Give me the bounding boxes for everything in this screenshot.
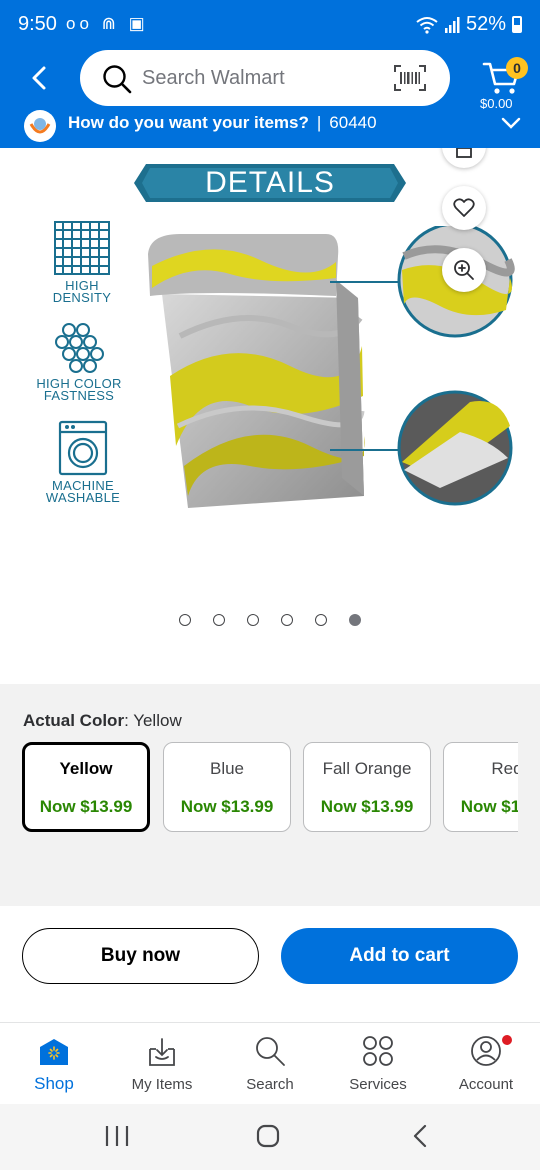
cart-button[interactable]: 0 $0.00 <box>472 56 534 114</box>
delivery-separator: | <box>316 113 322 132</box>
hexagon-grid-icon <box>55 323 104 373</box>
nav-services[interactable]: Services <box>324 1023 432 1105</box>
share-icon <box>456 148 472 158</box>
back-arrow-icon[interactable] <box>24 60 56 96</box>
nav-label: Search <box>246 1076 294 1093</box>
add-to-cart-button[interactable]: Add to cart <box>281 928 518 984</box>
carousel-dot[interactable] <box>349 614 361 626</box>
carousel-indicator <box>0 614 540 628</box>
swatch-red[interactable]: Red Now $13.99 <box>443 742 518 832</box>
swatch-yellow[interactable]: Yellow Now $13.99 <box>22 742 150 832</box>
chevron-down-icon <box>501 117 521 129</box>
nav-label: Shop <box>34 1074 74 1093</box>
shop-icon <box>40 1039 68 1065</box>
delivery-text: How do you want your items? | 60440 <box>68 113 377 133</box>
feature-high-density: HIGH DENSITY <box>40 220 124 304</box>
recent-apps-icon[interactable] <box>104 1124 130 1148</box>
services-icon <box>363 1036 393 1066</box>
color-swatch-row[interactable]: Yellow Now $13.99 Blue Now $13.99 Fall O… <box>22 742 518 834</box>
zoom-in-icon <box>454 260 474 280</box>
cart-count-badge: 0 <box>506 57 528 79</box>
nav-label: Services <box>349 1076 407 1093</box>
account-icon <box>471 1036 501 1066</box>
swatch-price: Now $13.99 <box>320 797 414 816</box>
purchase-actions: Buy now Add to cart <box>0 906 540 1022</box>
wifi-icon <box>416 16 438 34</box>
swatch-name: Red <box>491 759 518 778</box>
swatch-price: Now $13.99 <box>460 797 518 816</box>
swatch-price: Now $13.99 <box>180 797 274 816</box>
my-items-icon <box>149 1038 175 1066</box>
search-icon <box>103 65 132 94</box>
color-variant-section: Actual Color: Yellow Yellow Now $13.99 B… <box>0 684 540 906</box>
swatch-name: Blue <box>209 759 245 778</box>
heart-icon <box>453 198 475 217</box>
delivery-selector[interactable]: How do you want your items? | 60440 <box>0 108 540 148</box>
feature-label-3b: WASHABLE <box>45 490 121 505</box>
details-banner: DETAILS <box>205 166 335 199</box>
carousel-dot[interactable] <box>179 614 191 626</box>
barcode-scan-icon[interactable] <box>394 65 426 91</box>
swatch-fall-orange[interactable]: Fall Orange Now $13.99 <box>303 742 431 832</box>
feature-label-2b: FASTNESS <box>43 388 115 403</box>
app-header: 9:50 oo ⋒ ▣ 52% 0 $0.00 How do you want … <box>0 0 540 148</box>
nav-account[interactable]: Account <box>432 1023 540 1105</box>
delivery-icon <box>24 110 56 142</box>
notification-dot <box>502 1035 512 1045</box>
swatch-price: Now $13.99 <box>39 797 133 816</box>
variant-selected-value: Yellow <box>133 711 182 730</box>
favorite-button[interactable] <box>442 186 486 230</box>
variant-label-name: Actual Color <box>23 711 125 730</box>
delivery-prompt: How do you want your items? <box>68 113 309 132</box>
battery-percent: 52% <box>465 13 506 35</box>
back-icon[interactable] <box>410 1124 430 1148</box>
signal-icon <box>444 16 460 33</box>
home-icon[interactable] <box>256 1124 280 1148</box>
carousel-dot[interactable] <box>247 614 259 626</box>
carousel-dot[interactable] <box>315 614 327 626</box>
swatch-blue[interactable]: Blue Now $13.99 <box>163 742 291 832</box>
battery-icon <box>512 16 522 33</box>
delivery-zip: 60440 <box>329 113 377 132</box>
bottom-navigation: Shop My Items Search Services Account <box>0 1022 540 1104</box>
feature-machine-washable: MACHINE WASHABLE <box>38 420 128 504</box>
notification-icons: oo ⋒ ▣ <box>66 14 149 33</box>
product-image-carousel[interactable]: DETAILS HIGH DENSITY HIGH COLOR FASTNESS <box>0 148 540 684</box>
washing-machine-icon <box>58 420 108 476</box>
nav-label: My Items <box>131 1076 193 1093</box>
share-button[interactable] <box>442 148 486 168</box>
feature-color-fastness: HIGH COLOR FASTNESS <box>30 322 128 402</box>
search-icon <box>256 1037 285 1066</box>
feature-label-1b: DENSITY <box>52 290 112 305</box>
variant-label: Actual Color: Yellow <box>23 711 182 730</box>
weave-pattern-icon <box>54 221 110 275</box>
buy-now-button[interactable]: Buy now <box>22 928 259 984</box>
zoom-button[interactable] <box>442 248 486 292</box>
status-bar: 9:50 oo ⋒ ▣ 52% <box>0 0 540 50</box>
nav-label: Account <box>458 1076 514 1093</box>
nav-search[interactable]: Search <box>216 1023 324 1105</box>
swatch-name: Fall Orange <box>322 759 412 778</box>
system-navigation-bar <box>0 1104 540 1170</box>
carousel-dot[interactable] <box>281 614 293 626</box>
swatch-name: Yellow <box>59 759 113 778</box>
search-input[interactable] <box>142 64 382 92</box>
nav-shop[interactable]: Shop <box>0 1023 108 1105</box>
status-right: 52% <box>416 13 522 36</box>
carousel-dot[interactable] <box>213 614 225 626</box>
nav-my-items[interactable]: My Items <box>108 1023 216 1105</box>
status-time: 9:50 <box>18 13 57 35</box>
search-bar[interactable] <box>80 50 450 106</box>
